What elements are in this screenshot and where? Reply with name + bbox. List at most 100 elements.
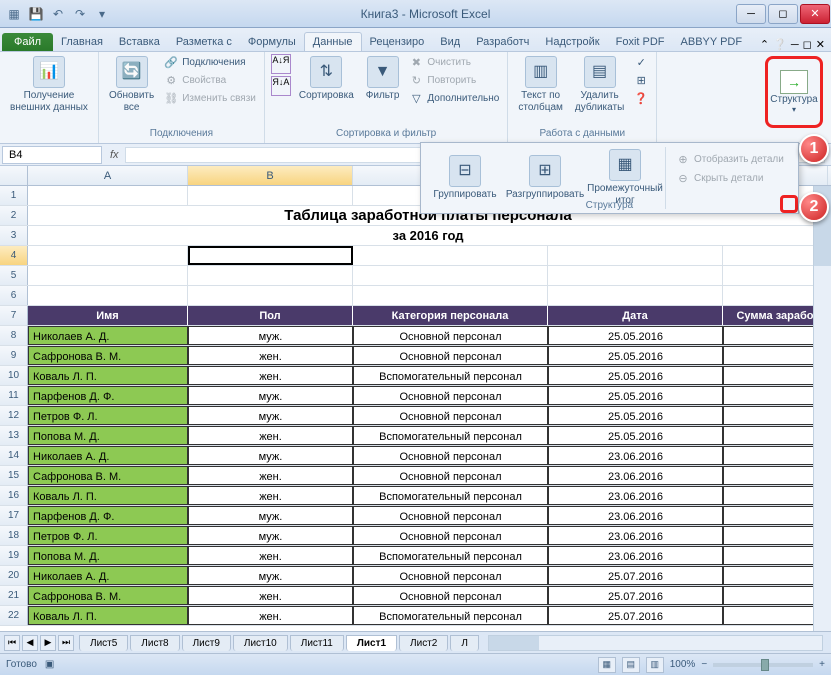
row-header[interactable]: 2 <box>0 206 28 225</box>
table-header[interactable]: Дата <box>548 306 723 325</box>
cell-name[interactable]: Петров Ф. Л. <box>28 526 188 545</box>
row-header[interactable]: 16 <box>0 486 28 505</box>
help-icon[interactable]: ❔ <box>773 38 787 51</box>
cell-date[interactable]: 25.05.2016 <box>548 366 723 385</box>
edit-links-button[interactable]: ⛓Изменить связи <box>162 90 258 106</box>
cell-date[interactable]: 25.05.2016 <box>548 386 723 405</box>
cell-category[interactable]: Основной персонал <box>353 466 548 485</box>
cell-gender[interactable]: муж. <box>188 386 353 405</box>
cell-category[interactable]: Вспомогательный персонал <box>353 486 548 505</box>
zoom-slider[interactable] <box>713 663 813 667</box>
consolidate-icon[interactable]: ⊞ <box>632 72 650 88</box>
cell-category[interactable]: Основной персонал <box>353 386 548 405</box>
filter-button[interactable]: ▼ Фильтр <box>362 54 404 104</box>
cell-name[interactable]: Сафронова В. М. <box>28 466 188 485</box>
mdi-min-icon[interactable]: ─ <box>791 39 799 51</box>
reapply-button[interactable]: ↻Повторить <box>407 72 501 88</box>
cell-date[interactable]: 23.06.2016 <box>548 446 723 465</box>
clear-button[interactable]: ✖Очистить <box>407 54 501 70</box>
cell-date[interactable]: 23.06.2016 <box>548 466 723 485</box>
maximize-button[interactable]: ◻ <box>768 4 798 24</box>
minimize-ribbon-icon[interactable]: ⌃ <box>760 38 769 51</box>
scroll-thumb[interactable] <box>489 636 539 650</box>
undo-icon[interactable]: ↶ <box>48 4 68 24</box>
sort-asc-icon[interactable]: A↓Я <box>271 54 291 74</box>
row-header[interactable]: 9 <box>0 346 28 365</box>
refresh-all-button[interactable]: 🔄 Обновить все <box>105 54 158 116</box>
row-header[interactable]: 18 <box>0 526 28 545</box>
sheet-subtitle[interactable]: за 2016 год <box>28 226 828 245</box>
sheet-tab[interactable]: Лист11 <box>290 635 344 651</box>
table-header[interactable]: Категория персонала <box>353 306 548 325</box>
ungroup-button[interactable]: ⊞Разгруппировать <box>505 147 585 209</box>
sort-desc-icon[interactable]: Я↓A <box>271 76 291 96</box>
cell-category[interactable]: Вспомогательный персонал <box>353 366 548 385</box>
minimize-button[interactable]: ─ <box>736 4 766 24</box>
col-header-B[interactable]: B <box>188 166 353 185</box>
cell-gender[interactable]: муж. <box>188 526 353 545</box>
cell-name[interactable]: Сафронова В. М. <box>28 586 188 605</box>
row-header[interactable]: 4 <box>0 246 28 265</box>
row-header[interactable]: 17 <box>0 506 28 525</box>
sheet-tab[interactable]: Лист9 <box>182 635 231 651</box>
connections-button[interactable]: 🔗Подключения <box>162 54 258 70</box>
name-box[interactable]: B4 <box>2 146 102 164</box>
horizontal-scrollbar[interactable] <box>488 635 823 651</box>
cell-date[interactable]: 25.05.2016 <box>548 426 723 445</box>
cell-gender[interactable]: жен. <box>188 486 353 505</box>
tab-developer[interactable]: Разработч <box>468 33 537 51</box>
get-external-data-button[interactable]: 📊 Получение внешних данных <box>6 54 92 116</box>
hide-detail-button[interactable]: ⊖Скрыть детали <box>674 170 786 186</box>
cell-date[interactable]: 23.06.2016 <box>548 486 723 505</box>
tab-data[interactable]: Данные <box>304 32 362 51</box>
tab-home[interactable]: Главная <box>53 33 111 51</box>
excel-icon[interactable]: ▦ <box>4 4 24 24</box>
cell-gender[interactable]: жен. <box>188 426 353 445</box>
cell-gender[interactable]: жен. <box>188 466 353 485</box>
tab-layout[interactable]: Разметка с <box>168 33 240 51</box>
sheet-tab[interactable]: Лист10 <box>233 635 288 651</box>
mdi-restore-icon[interactable]: ◻ <box>803 38 812 51</box>
cell-date[interactable]: 25.07.2016 <box>548 606 723 625</box>
cell-date[interactable]: 25.07.2016 <box>548 586 723 605</box>
tab-insert[interactable]: Вставка <box>111 33 168 51</box>
sheet-nav-prev[interactable]: ◀ <box>22 635 38 651</box>
cell-name[interactable]: Николаев А. Д. <box>28 446 188 465</box>
view-break-icon[interactable]: ▥ <box>646 657 664 673</box>
data-validation-icon[interactable]: ✓ <box>632 54 650 70</box>
row-header[interactable]: 21 <box>0 586 28 605</box>
cell-name[interactable]: Николаев А. Д. <box>28 326 188 345</box>
sheet-nav-first[interactable]: ⏮ <box>4 635 20 651</box>
row-header[interactable]: 15 <box>0 466 28 485</box>
sheet-tab[interactable]: Лист1 <box>346 635 397 651</box>
qat-more-icon[interactable]: ▾ <box>92 4 112 24</box>
vertical-scrollbar[interactable] <box>813 186 831 631</box>
cell-name[interactable]: Парфенов Д. Ф. <box>28 506 188 525</box>
cell-name[interactable]: Сафронова В. М. <box>28 346 188 365</box>
text-to-columns-button[interactable]: ▥ Текст по столбцам <box>514 54 567 116</box>
sheet-tab[interactable]: Л <box>450 635 479 651</box>
tab-addins[interactable]: Надстройк <box>537 33 607 51</box>
cell-gender[interactable]: муж. <box>188 406 353 425</box>
sheet-tab[interactable]: Лист8 <box>130 635 179 651</box>
cell-category[interactable]: Основной персонал <box>353 526 548 545</box>
table-header[interactable]: Имя <box>28 306 188 325</box>
tab-abbyy[interactable]: ABBYY PDF <box>673 33 751 51</box>
cell-gender[interactable]: муж. <box>188 506 353 525</box>
file-tab[interactable]: Файл <box>2 33 53 51</box>
cell-date[interactable]: 23.06.2016 <box>548 506 723 525</box>
cell-gender[interactable]: муж. <box>188 326 353 345</box>
cell-gender[interactable]: жен. <box>188 346 353 365</box>
properties-button[interactable]: ⚙Свойства <box>162 72 258 88</box>
row-header[interactable]: 13 <box>0 426 28 445</box>
row-header[interactable]: 6 <box>0 286 28 305</box>
select-all-corner[interactable] <box>0 166 28 185</box>
cell-date[interactable]: 25.05.2016 <box>548 406 723 425</box>
tab-review[interactable]: Рецензиро <box>362 33 433 51</box>
cell-category[interactable]: Основной персонал <box>353 586 548 605</box>
row-header[interactable]: 3 <box>0 226 28 245</box>
cell-gender[interactable]: жен. <box>188 606 353 625</box>
view-layout-icon[interactable]: ▤ <box>622 657 640 673</box>
macro-record-icon[interactable]: ▣ <box>45 659 54 670</box>
sheet-nav-last[interactable]: ⏭ <box>58 635 74 651</box>
